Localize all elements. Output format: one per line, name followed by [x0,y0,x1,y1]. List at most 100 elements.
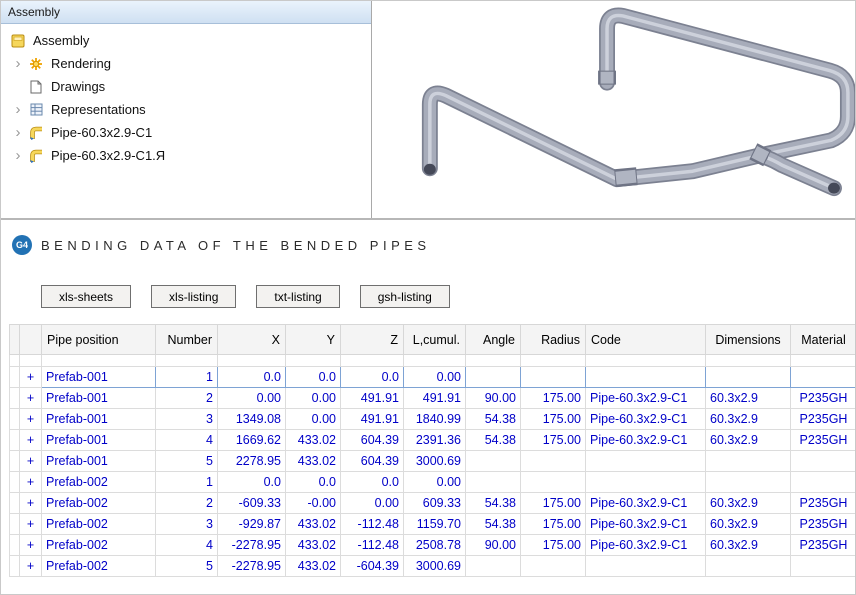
cell-code[interactable]: Pipe-60.3x2.9-C1 [586,430,706,451]
cell-number[interactable]: 5 [156,451,218,472]
cell-z[interactable]: 0.0 [341,472,404,493]
cell-material[interactable] [791,367,856,388]
cell-pipe-position[interactable]: Prefab-001 [42,451,156,472]
cell-x[interactable]: 1349.08 [218,409,286,430]
cell-code[interactable] [586,472,706,493]
cell-angle[interactable] [466,556,521,577]
cell-y[interactable]: -0.00 [286,493,341,514]
expand-row-button[interactable]: + [20,409,42,430]
cell-pipe-position[interactable]: Prefab-002 [42,556,156,577]
chevron-right-icon[interactable]: › [9,55,27,73]
cell-y[interactable]: 433.02 [286,556,341,577]
cell-number[interactable]: 4 [156,430,218,451]
cell-radius[interactable] [521,367,586,388]
chevron-right-icon[interactable]: › [9,147,27,165]
cell-number[interactable]: 5 [156,556,218,577]
cell-l-cumul[interactable]: 0.00 [404,472,466,493]
column-header-x[interactable]: X [218,325,286,355]
cell-l-cumul[interactable]: 1159.70 [404,514,466,535]
cell-x[interactable]: -2278.95 [218,556,286,577]
cell-dimensions[interactable] [706,472,791,493]
cell-material[interactable]: P235GH [791,514,856,535]
expand-row-button[interactable]: + [20,535,42,556]
cell-z[interactable]: -604.39 [341,556,404,577]
tree-item-representations[interactable]: ›Representations [1,98,371,121]
cell-number[interactable]: 3 [156,514,218,535]
column-header-code[interactable]: Code [586,325,706,355]
cell-angle[interactable]: 54.38 [466,409,521,430]
cell-x[interactable]: 0.0 [218,472,286,493]
cell-dimensions[interactable] [706,367,791,388]
expand-row-button[interactable]: + [20,556,42,577]
cell-code[interactable] [586,367,706,388]
cell-radius[interactable] [521,472,586,493]
chevron-right-icon[interactable]: › [9,101,27,119]
cell-y[interactable]: 0.0 [286,367,341,388]
cell-z[interactable]: 0.00 [341,493,404,514]
cell-x[interactable]: 0.0 [218,367,286,388]
cell-l-cumul[interactable]: 3000.69 [404,556,466,577]
cell-code[interactable]: Pipe-60.3x2.9-C1 [586,493,706,514]
cell-angle[interactable]: 54.38 [466,514,521,535]
cell-angle[interactable] [466,367,521,388]
cell-pipe-position[interactable]: Prefab-002 [42,472,156,493]
cell-number[interactable]: 2 [156,388,218,409]
cell-material[interactable]: P235GH [791,388,856,409]
expand-row-button[interactable]: + [20,451,42,472]
cell-y[interactable]: 0.00 [286,388,341,409]
cell-l-cumul[interactable]: 1840.99 [404,409,466,430]
expand-row-button[interactable]: + [20,388,42,409]
cell-l-cumul[interactable]: 491.91 [404,388,466,409]
cell-code[interactable] [586,451,706,472]
expand-row-button[interactable]: + [20,514,42,535]
cell-pipe-position[interactable]: Prefab-001 [42,388,156,409]
cell-pipe-position[interactable]: Prefab-001 [42,430,156,451]
cell-number[interactable]: 1 [156,367,218,388]
tree-item-drawings[interactable]: ›Drawings [1,75,371,98]
cell-number[interactable]: 1 [156,472,218,493]
cell-radius[interactable]: 175.00 [521,409,586,430]
cell-l-cumul[interactable]: 609.33 [404,493,466,514]
cell-z[interactable]: 604.39 [341,451,404,472]
cell-l-cumul[interactable]: 2391.36 [404,430,466,451]
cell-dimensions[interactable]: 60.3x2.9 [706,409,791,430]
cell-angle[interactable]: 54.38 [466,493,521,514]
cell-x[interactable]: 1669.62 [218,430,286,451]
cell-pipe-position[interactable]: Prefab-002 [42,514,156,535]
tree-item-rendering[interactable]: ›Rendering [1,52,371,75]
cell-material[interactable] [791,472,856,493]
cell-y[interactable]: 433.02 [286,514,341,535]
cell-code[interactable] [586,556,706,577]
cell-z[interactable]: 604.39 [341,430,404,451]
cell-y[interactable]: 0.0 [286,472,341,493]
cell-angle[interactable] [466,451,521,472]
cell-code[interactable]: Pipe-60.3x2.9-C1 [586,409,706,430]
cell-x[interactable]: 2278.95 [218,451,286,472]
cell-z[interactable]: -112.48 [341,514,404,535]
gsh-listing-button[interactable]: gsh-listing [360,285,450,308]
column-header-material[interactable]: Material [791,325,856,355]
column-header-angle[interactable]: Angle [466,325,521,355]
cell-dimensions[interactable] [706,451,791,472]
cell-radius[interactable]: 175.00 [521,535,586,556]
cell-z[interactable]: 491.91 [341,409,404,430]
3d-viewport[interactable] [372,1,855,218]
cell-z[interactable]: -112.48 [341,535,404,556]
cell-material[interactable]: P235GH [791,409,856,430]
column-header-radius[interactable]: Radius [521,325,586,355]
cell-dimensions[interactable]: 60.3x2.9 [706,388,791,409]
cell-radius[interactable] [521,451,586,472]
expand-row-button[interactable]: + [20,493,42,514]
cell-x[interactable]: -929.87 [218,514,286,535]
cell-number[interactable]: 2 [156,493,218,514]
cell-material[interactable]: P235GH [791,430,856,451]
column-header-l-cumul[interactable]: L,cumul. [404,325,466,355]
cell-material[interactable]: P235GH [791,535,856,556]
cell-x[interactable]: -2278.95 [218,535,286,556]
cell-radius[interactable]: 175.00 [521,430,586,451]
cell-material[interactable] [791,451,856,472]
cell-dimensions[interactable]: 60.3x2.9 [706,514,791,535]
cell-pipe-position[interactable]: Prefab-002 [42,535,156,556]
xls-listing-button[interactable]: xls-listing [151,285,236,308]
cell-z[interactable]: 491.91 [341,388,404,409]
